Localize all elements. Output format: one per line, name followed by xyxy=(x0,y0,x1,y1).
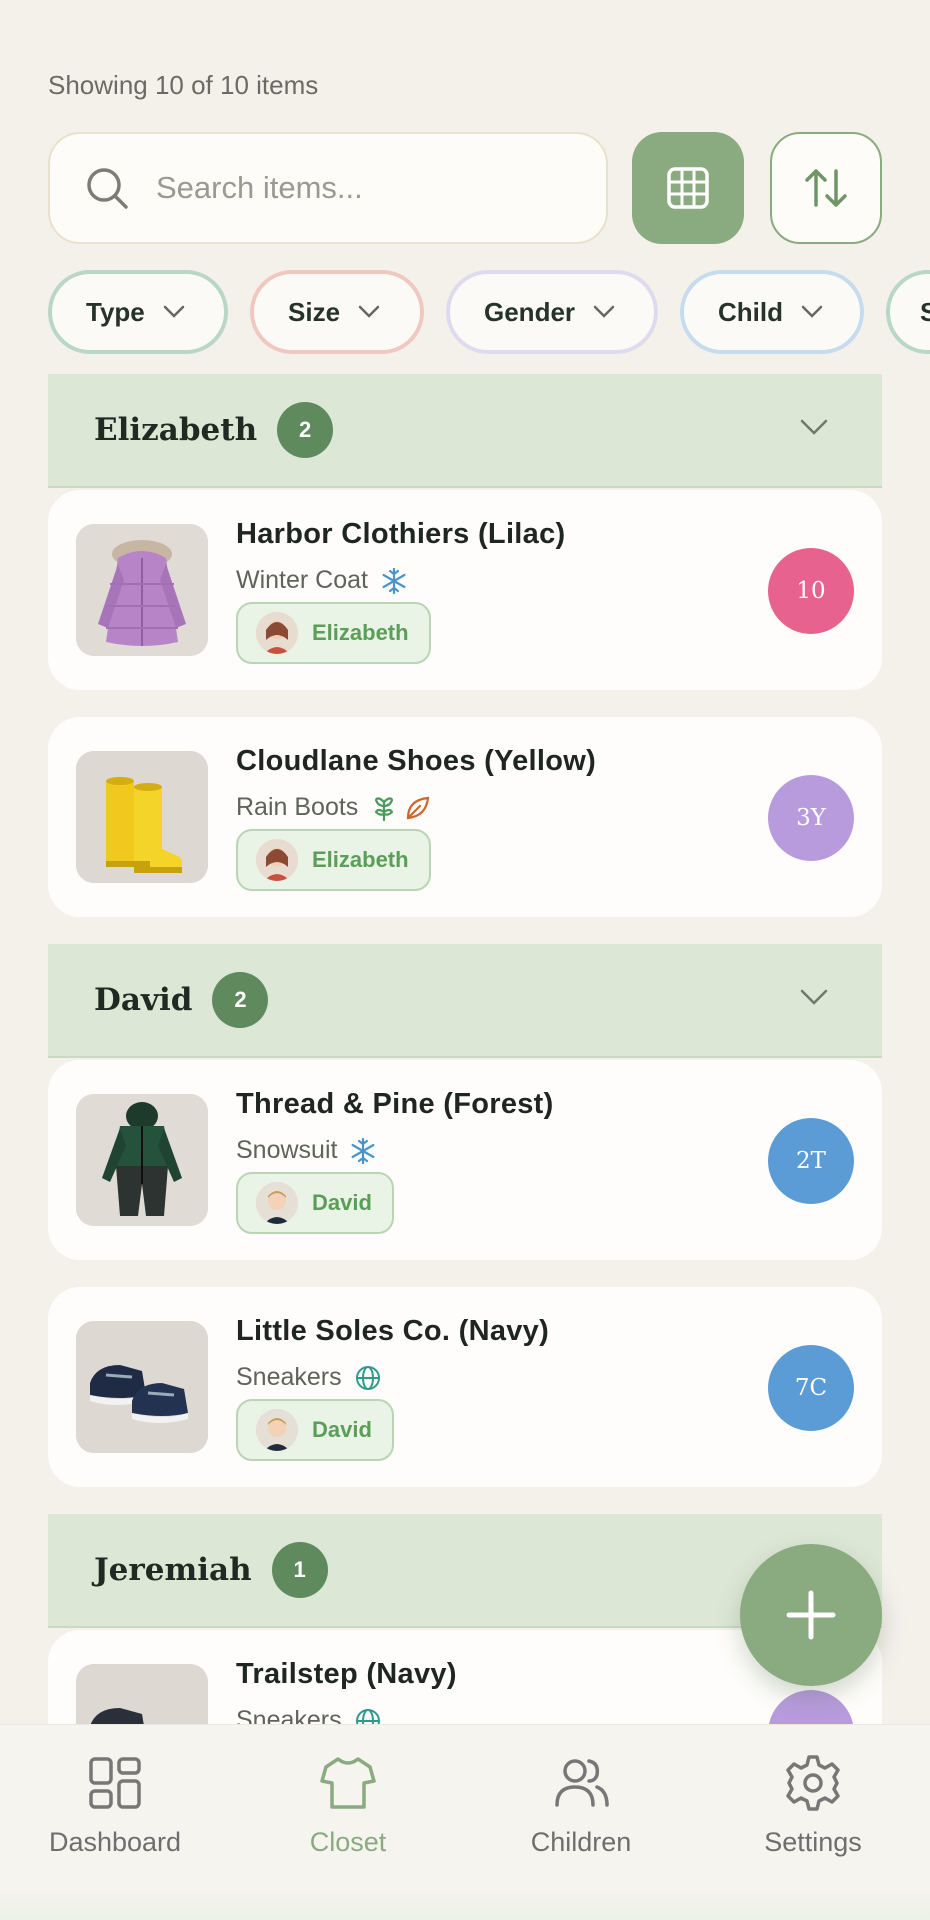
filter-chip-type[interactable]: Type xyxy=(48,270,228,354)
chevron-down-icon[interactable] xyxy=(800,988,828,1006)
dashboard-icon xyxy=(89,1757,141,1809)
snowflake-icon xyxy=(382,567,406,594)
child-avatar xyxy=(256,1409,298,1451)
item-type-row: Snowsuit xyxy=(236,1136,377,1165)
people-icon xyxy=(555,1759,609,1807)
nav-label: Closet xyxy=(309,1827,387,1857)
filter-chip-season[interactable]: S xyxy=(886,270,930,354)
filter-chip-size[interactable]: Size xyxy=(250,270,424,354)
search-icon xyxy=(87,168,128,209)
child-avatar xyxy=(256,1182,298,1224)
item-title: Thread & Pine (Forest) xyxy=(236,1088,554,1120)
group-count-badge: 1 xyxy=(271,1542,328,1598)
search-input[interactable] xyxy=(156,170,576,206)
size-badge: 2T xyxy=(768,1118,854,1204)
child-avatar xyxy=(256,612,298,654)
filter-chip-label: S xyxy=(920,296,930,327)
chevron-down-icon xyxy=(358,305,380,318)
globe-icon xyxy=(355,1365,380,1390)
group-name: Jeremiah xyxy=(94,1552,252,1588)
bottom-nav: Dashboard Closet Children Settings xyxy=(0,1724,930,1920)
group-count-badge: 2 xyxy=(277,402,334,458)
chevron-down-icon xyxy=(593,305,615,318)
group-name: Elizabeth xyxy=(94,412,258,448)
gear-icon xyxy=(786,1755,840,1811)
item-type: Snowsuit xyxy=(236,1136,338,1164)
child-tag[interactable]: Elizabeth xyxy=(236,602,431,664)
item-title: Cloudlane Shoes (Yellow) xyxy=(236,745,597,777)
item-type-row: Winter Coat xyxy=(236,566,408,595)
item-title: Harbor Clothiers (Lilac) xyxy=(236,518,566,550)
chevron-down-icon xyxy=(163,305,185,318)
home-indicator-area xyxy=(0,1880,930,1920)
nav-label: Children xyxy=(530,1827,632,1857)
items-count-text: Showing 10 of 10 items xyxy=(48,70,319,100)
filter-chip-label: Type xyxy=(86,296,145,327)
size-badge: 10 xyxy=(768,548,854,634)
size-badge: 7C xyxy=(768,1345,854,1431)
sort-button[interactable] xyxy=(770,132,882,244)
nav-item-settings[interactable]: Settings xyxy=(713,1753,913,1858)
item-photo-boots xyxy=(76,751,208,883)
sprout-icon xyxy=(374,796,394,821)
sort-icon xyxy=(805,169,847,207)
snowflake-icon xyxy=(351,1137,375,1164)
item-type-row: Rain Boots xyxy=(236,793,432,822)
item-photo-snowsuit xyxy=(76,1094,208,1226)
child-name: David xyxy=(312,1417,372,1442)
search-box[interactable] xyxy=(48,132,608,244)
filter-chip-label: Size xyxy=(288,296,341,327)
item-type: Winter Coat xyxy=(236,566,368,594)
nav-label: Settings xyxy=(764,1827,862,1857)
item-title: Little Soles Co. (Navy) xyxy=(236,1315,550,1347)
filter-chip-label: Gender xyxy=(484,296,576,327)
item-title: Trailstep (Navy) xyxy=(236,1658,457,1690)
item-type: Sneakers xyxy=(236,1363,342,1391)
group-header-elizabeth[interactable]: Elizabeth 2 xyxy=(48,374,882,488)
item-photo-sneakers xyxy=(76,1321,208,1453)
child-name: Elizabeth xyxy=(312,620,409,645)
group-header-david[interactable]: David 2 xyxy=(48,944,882,1058)
grid-icon xyxy=(667,167,709,209)
nav-item-closet[interactable]: Closet xyxy=(248,1753,448,1858)
plus-icon xyxy=(786,1590,836,1640)
chevron-down-icon xyxy=(801,305,823,318)
chevron-down-icon[interactable] xyxy=(800,418,828,436)
item-type: Rain Boots xyxy=(236,793,359,821)
item-type-row: Sneakers xyxy=(236,1363,382,1392)
child-avatar xyxy=(256,839,298,881)
leaf-icon xyxy=(407,796,430,819)
item-photo-coat xyxy=(76,524,208,656)
child-tag[interactable]: David xyxy=(236,1399,394,1461)
filter-chip-label: Child xyxy=(718,296,783,327)
group-name: David xyxy=(94,982,193,1018)
nav-item-children[interactable]: Children xyxy=(481,1753,681,1858)
grid-view-button[interactable] xyxy=(632,132,744,244)
group-count-badge: 2 xyxy=(212,972,269,1028)
item-card[interactable]: Harbor Clothiers (Lilac) Winter Coat Eli… xyxy=(48,490,882,690)
filter-chip-child[interactable]: Child xyxy=(680,270,864,354)
item-card[interactable]: Little Soles Co. (Navy) Sneakers David 7… xyxy=(48,1287,882,1487)
item-card[interactable]: Thread & Pine (Forest) Snowsuit David 2T xyxy=(48,1060,882,1260)
child-name: Elizabeth xyxy=(312,847,409,872)
nav-item-dashboard[interactable]: Dashboard xyxy=(15,1753,215,1858)
child-name: David xyxy=(312,1190,372,1215)
item-card[interactable]: Cloudlane Shoes (Yellow) Rain Boots Eliz… xyxy=(48,717,882,917)
nav-label: Dashboard xyxy=(48,1827,182,1857)
filter-chips-row: Type Size Gender Child S xyxy=(48,270,930,354)
shirt-icon xyxy=(320,1757,376,1809)
child-tag[interactable]: David xyxy=(236,1172,394,1234)
size-badge: 3Y xyxy=(768,775,854,861)
filter-chip-gender[interactable]: Gender xyxy=(446,270,658,354)
add-item-button[interactable] xyxy=(740,1544,882,1686)
child-tag[interactable]: Elizabeth xyxy=(236,829,431,891)
